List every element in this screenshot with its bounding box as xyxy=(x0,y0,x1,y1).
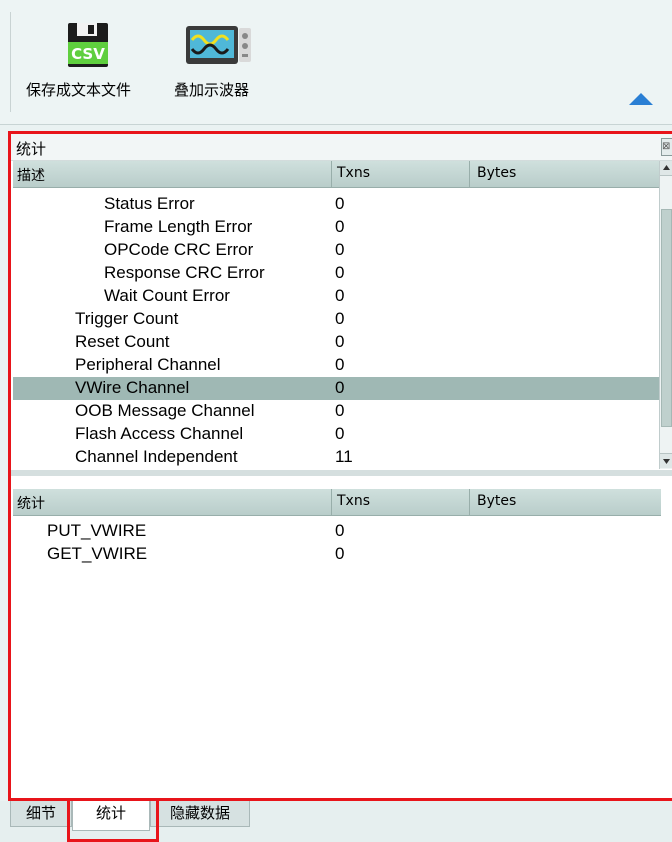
overlay-oscilloscope-button[interactable]: 叠加示波器 xyxy=(174,22,274,104)
scroll-up-button[interactable] xyxy=(660,161,672,176)
row-txns: 0 xyxy=(335,240,345,259)
csv-file-icon: CSV xyxy=(68,23,108,67)
row-txns: 0 xyxy=(335,355,345,374)
table-row[interactable]: Channel Independent 11 xyxy=(13,446,659,469)
scroll-down-button[interactable] xyxy=(660,453,672,468)
bottom-table-header: 统计 Txns Bytes xyxy=(13,489,661,516)
row-description: OOB Message Channel xyxy=(75,401,255,420)
row-description: PUT_VWIRE xyxy=(47,521,147,540)
tab-hidden-data[interactable]: 隐藏数据 xyxy=(150,801,250,827)
table-row[interactable]: Trigger Count 0 xyxy=(13,308,659,331)
table-row[interactable]: Flash Access Channel 0 xyxy=(13,423,659,446)
toolbar-separator xyxy=(10,12,11,112)
table-row[interactable]: OOB Message Channel 0 xyxy=(13,400,659,423)
column-header-txns[interactable]: Txns xyxy=(337,165,370,181)
arrow-up-icon xyxy=(663,165,670,170)
scrollbar-thumb[interactable] xyxy=(661,209,672,427)
row-txns: 0 xyxy=(335,263,345,282)
column-header-bytes[interactable]: Bytes xyxy=(477,165,516,181)
row-description: GET_VWIRE xyxy=(47,544,148,563)
row-description: Trigger Count xyxy=(75,309,179,328)
row-txns: 0 xyxy=(335,194,345,213)
svg-text:CSV: CSV xyxy=(71,45,105,63)
save-as-text-file-label: 保存成文本文件 xyxy=(26,81,132,99)
row-txns: 0 xyxy=(335,521,345,540)
table-row[interactable]: Reset Count 0 xyxy=(13,331,659,354)
row-txns: 0 xyxy=(335,217,345,236)
row-txns: 0 xyxy=(335,332,345,351)
row-description: Status Error xyxy=(104,194,195,213)
table-row[interactable]: Peripheral Channel 0 xyxy=(13,354,659,377)
column-header-txns[interactable]: Txns xyxy=(337,493,370,509)
row-description: OPCode CRC Error xyxy=(104,240,254,259)
table-row[interactable]: Status Error 0 xyxy=(13,193,659,216)
table-row[interactable]: GET_VWIRE 0 xyxy=(13,543,659,566)
column-header-bytes[interactable]: Bytes xyxy=(477,493,516,509)
row-description: Flash Access Channel xyxy=(75,424,244,443)
panel-title-bar: 统计 ⊠ xyxy=(11,134,672,161)
vertical-scrollbar[interactable] xyxy=(659,161,672,469)
row-txns: 0 xyxy=(335,286,345,305)
table-row[interactable]: Response CRC Error 0 xyxy=(13,262,659,285)
row-txns: 0 xyxy=(335,544,345,563)
tab-details[interactable]: 细节 xyxy=(10,801,72,827)
column-divider[interactable] xyxy=(331,489,332,515)
row-description: Peripheral Channel xyxy=(75,355,221,374)
triangle-up-icon[interactable] xyxy=(628,92,654,106)
row-description: Response CRC Error xyxy=(104,263,265,282)
panel-title: 统计 xyxy=(16,140,47,158)
row-txns: 11 xyxy=(335,447,353,466)
arrow-down-icon xyxy=(663,459,670,464)
row-txns: 0 xyxy=(335,401,345,420)
column-divider[interactable] xyxy=(469,489,470,515)
table-row[interactable]: PUT_VWIRE 0 xyxy=(13,520,659,543)
column-header-description[interactable]: 描述 xyxy=(17,165,45,185)
row-description: Frame Length Error xyxy=(104,217,253,236)
table-row[interactable]: Frame Length Error 0 xyxy=(13,216,659,239)
row-description: Channel Independent xyxy=(75,447,238,466)
row-description: Reset Count xyxy=(75,332,170,351)
row-description: Wait Count Error xyxy=(104,286,230,305)
table-row[interactable]: Wait Count Error 0 xyxy=(13,285,659,308)
row-txns: 0 xyxy=(335,424,345,443)
overlay-oscilloscope-label: 叠加示波器 xyxy=(174,81,250,99)
table-row-selected[interactable]: VWire Channel 0 xyxy=(13,377,659,400)
bottom-tab-bar: 细节 统计 隐藏数据 xyxy=(0,801,672,842)
close-icon[interactable]: ⊠ xyxy=(661,138,672,156)
column-divider[interactable] xyxy=(331,161,332,187)
statistics-panel: 统计 ⊠ 描述 Txns Bytes Status Error 0 Frame … xyxy=(8,131,672,801)
oscilloscope-icon xyxy=(186,26,251,64)
row-txns: 0 xyxy=(335,309,345,328)
toolbar: CSV 保存成文本文件 叠加示波器 xyxy=(0,0,672,125)
table-row[interactable]: OPCode CRC Error 0 xyxy=(13,239,659,262)
column-divider[interactable] xyxy=(469,161,470,187)
pane-splitter[interactable] xyxy=(11,470,672,476)
row-txns: 0 xyxy=(335,378,345,397)
column-header-statistics[interactable]: 统计 xyxy=(17,493,45,513)
top-table-header: 描述 Txns Bytes xyxy=(13,161,661,188)
save-as-text-file-button[interactable]: CSV 保存成文本文件 xyxy=(26,22,152,104)
row-description: VWire Channel xyxy=(75,378,190,397)
tab-statistics[interactable]: 统计 xyxy=(72,801,150,831)
